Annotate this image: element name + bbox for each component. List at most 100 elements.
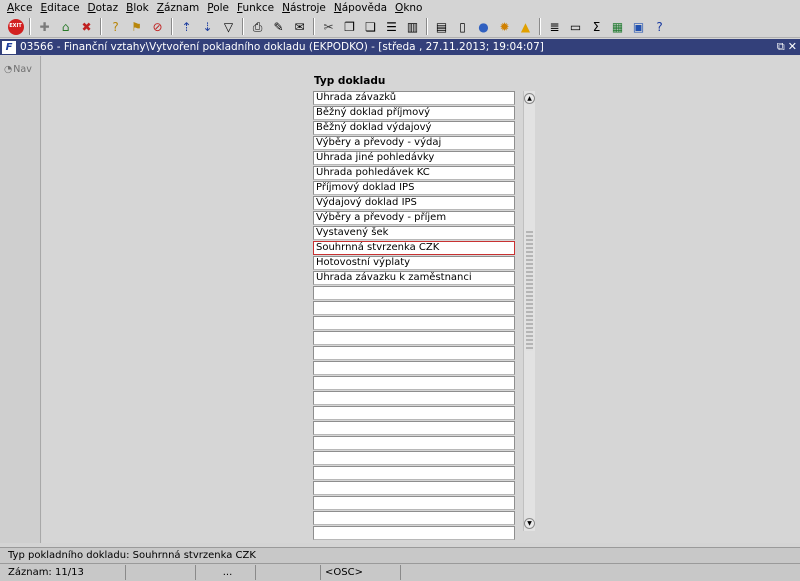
status-hint: Typ pokladního dokladu: Souhrnná stvrzen… xyxy=(0,547,800,563)
list-item[interactable] xyxy=(313,436,515,450)
toolbar-separator xyxy=(313,18,315,35)
list-item[interactable] xyxy=(313,391,515,405)
list-item[interactable] xyxy=(313,481,515,495)
help-icon[interactable]: ? xyxy=(651,18,669,36)
list-item[interactable]: Výběry a převody - příjem xyxy=(313,211,515,225)
status-cell-2 xyxy=(255,565,320,580)
delete-record-icon[interactable]: ✖ xyxy=(78,18,96,36)
list-item[interactable] xyxy=(313,301,515,315)
list-item[interactable] xyxy=(313,526,515,540)
copy-icon[interactable]: ❐ xyxy=(341,18,359,36)
toolbar-separator xyxy=(242,18,244,35)
nav-button[interactable]: ◔ Nav xyxy=(4,64,32,75)
menu-akce[interactable]: Akce xyxy=(3,0,37,16)
globe-icon[interactable]: ● xyxy=(475,18,493,36)
new-record-icon[interactable]: ✚ xyxy=(36,18,54,36)
window-title: 03566 - Finanční vztahy\Vytvoření poklad… xyxy=(20,41,544,53)
printer-icon[interactable]: ▭ xyxy=(567,18,585,36)
edit-icon[interactable]: ✎ xyxy=(270,18,288,36)
list-item[interactable] xyxy=(313,316,515,330)
close-window-icon[interactable]: ✕ xyxy=(788,40,797,54)
list-item[interactable] xyxy=(313,331,515,345)
list-item[interactable] xyxy=(313,511,515,525)
list-item[interactable] xyxy=(313,496,515,510)
status-mode: <OSC> xyxy=(320,565,400,580)
toolbar: EXIT ✚ ⌂ ✖? ⚑ ⊘ ⇡ ⇣ ▽ ⎙ ✎ ✉ ✂ ❐ ❏ ☰ ▥ ▤ ▯ ● ✹ ▲ ≣ ▭ Σ ▦ ▣? xyxy=(0,16,800,38)
sun-icon[interactable]: ✹ xyxy=(496,18,514,36)
insert-row-icon[interactable]: ☰ xyxy=(383,18,401,36)
window-controls: ⧉ ✕ xyxy=(777,40,797,54)
list-item[interactable]: Běžný doklad příjmový xyxy=(313,106,515,120)
list-item[interactable] xyxy=(313,466,515,480)
list-item[interactable] xyxy=(313,421,515,435)
status-bar: Záznam: 11/13 ... <OSC> xyxy=(0,563,800,581)
status-cell-3 xyxy=(400,565,800,580)
sort-asc-icon[interactable]: ⇡ xyxy=(178,18,196,36)
sort-desc-icon[interactable]: ⇣ xyxy=(199,18,217,36)
menu-funkce[interactable]: Funkce xyxy=(233,0,278,16)
report-icon[interactable]: ▤ xyxy=(433,18,451,36)
cancel-query-icon[interactable]: ⊘ xyxy=(149,18,167,36)
scroll-up-icon[interactable]: ▲ xyxy=(524,93,535,104)
nav-label: Nav xyxy=(13,64,32,75)
list-item[interactable]: Výběry a převody - výdaj xyxy=(313,136,515,150)
menu-editace[interactable]: Editace xyxy=(37,0,84,16)
list-item[interactable]: Úhrada jiné pohledávky xyxy=(313,151,515,165)
toolbar-separator xyxy=(100,18,102,35)
query-icon[interactable]: ? xyxy=(107,18,125,36)
list-item[interactable] xyxy=(313,286,515,300)
list-item[interactable]: Úhrada pohledávek KČ xyxy=(313,166,515,180)
nav-panel: ◔ Nav xyxy=(0,56,41,543)
filter-icon[interactable]: ▽ xyxy=(220,18,238,36)
menu-bar: Akce Editace Dotaz Blok Záznam Pole Funkce Nást… xyxy=(0,0,800,16)
list-item[interactable]: Hotovostní výplaty xyxy=(313,256,515,270)
execute-query-icon[interactable]: ⚑ xyxy=(128,18,146,36)
menu-nastroje[interactable]: Nástroje xyxy=(278,0,330,16)
menu-okno[interactable]: Okno xyxy=(391,0,426,16)
vertical-scrollbar[interactable]: ▲ ▼ xyxy=(523,91,535,531)
mail-icon[interactable]: ✉ xyxy=(291,18,309,36)
warning-icon[interactable]: ▲ xyxy=(517,18,535,36)
list-item-selected[interactable]: Souhrnná stvrzenka CZK xyxy=(313,241,515,255)
toolbar-separator xyxy=(171,18,173,35)
column-header-typ-dokladu: Typ dokladu xyxy=(314,75,386,87)
scroll-thumb[interactable] xyxy=(526,231,533,351)
list-item[interactable]: Běžný doklad výdajový xyxy=(313,121,515,135)
list-item[interactable] xyxy=(313,376,515,390)
status-ellipsis: ... xyxy=(195,565,255,580)
exit-label: EXIT xyxy=(7,18,24,35)
list-item[interactable]: Vystavený šek xyxy=(313,226,515,240)
form-canvas: Typ dokladu Úhrada závazků Běžný doklad p… xyxy=(42,56,800,543)
list-item[interactable]: Výdajový doklad IPS xyxy=(313,196,515,210)
columns-icon[interactable]: ▥ xyxy=(404,18,422,36)
list-item[interactable] xyxy=(313,346,515,360)
record-counter: Záznam: 11/13 xyxy=(8,567,84,578)
save-icon[interactable]: ⌂ xyxy=(57,18,75,36)
status-cell-1 xyxy=(125,565,195,580)
list-item[interactable] xyxy=(313,406,515,420)
menu-blok[interactable]: Blok xyxy=(122,0,153,16)
list-item[interactable]: Úhrada závazku k zaměstnanci xyxy=(313,271,515,285)
document-icon[interactable]: ▯ xyxy=(454,18,472,36)
list-item[interactable]: Úhrada závazků xyxy=(313,91,515,105)
menu-napoveda[interactable]: Nápověda xyxy=(330,0,391,16)
list-item[interactable] xyxy=(313,451,515,465)
app-icon: F xyxy=(2,40,16,54)
toolbar-separator xyxy=(539,18,541,35)
menu-dotaz[interactable]: Dotaz xyxy=(84,0,123,16)
list-icon[interactable]: ≣ xyxy=(546,18,564,36)
word-icon[interactable]: ▣ xyxy=(630,18,648,36)
menu-zaznam[interactable]: Záznam xyxy=(153,0,203,16)
list-item[interactable]: Příjmový doklad IPS xyxy=(313,181,515,195)
print-icon[interactable]: ⎙ xyxy=(249,18,267,36)
excel-icon[interactable]: ▦ xyxy=(609,18,627,36)
scroll-down-icon[interactable]: ▼ xyxy=(524,518,535,529)
exit-icon[interactable]: EXIT xyxy=(7,18,25,36)
cut-icon[interactable]: ✂ xyxy=(320,18,338,36)
menu-pole[interactable]: Pole xyxy=(203,0,233,16)
toolbar-separator xyxy=(29,18,31,35)
sum-icon[interactable]: Σ xyxy=(588,18,606,36)
list-item[interactable] xyxy=(313,361,515,375)
restore-window-icon[interactable]: ⧉ xyxy=(777,40,785,54)
paste-icon[interactable]: ❏ xyxy=(362,18,380,36)
